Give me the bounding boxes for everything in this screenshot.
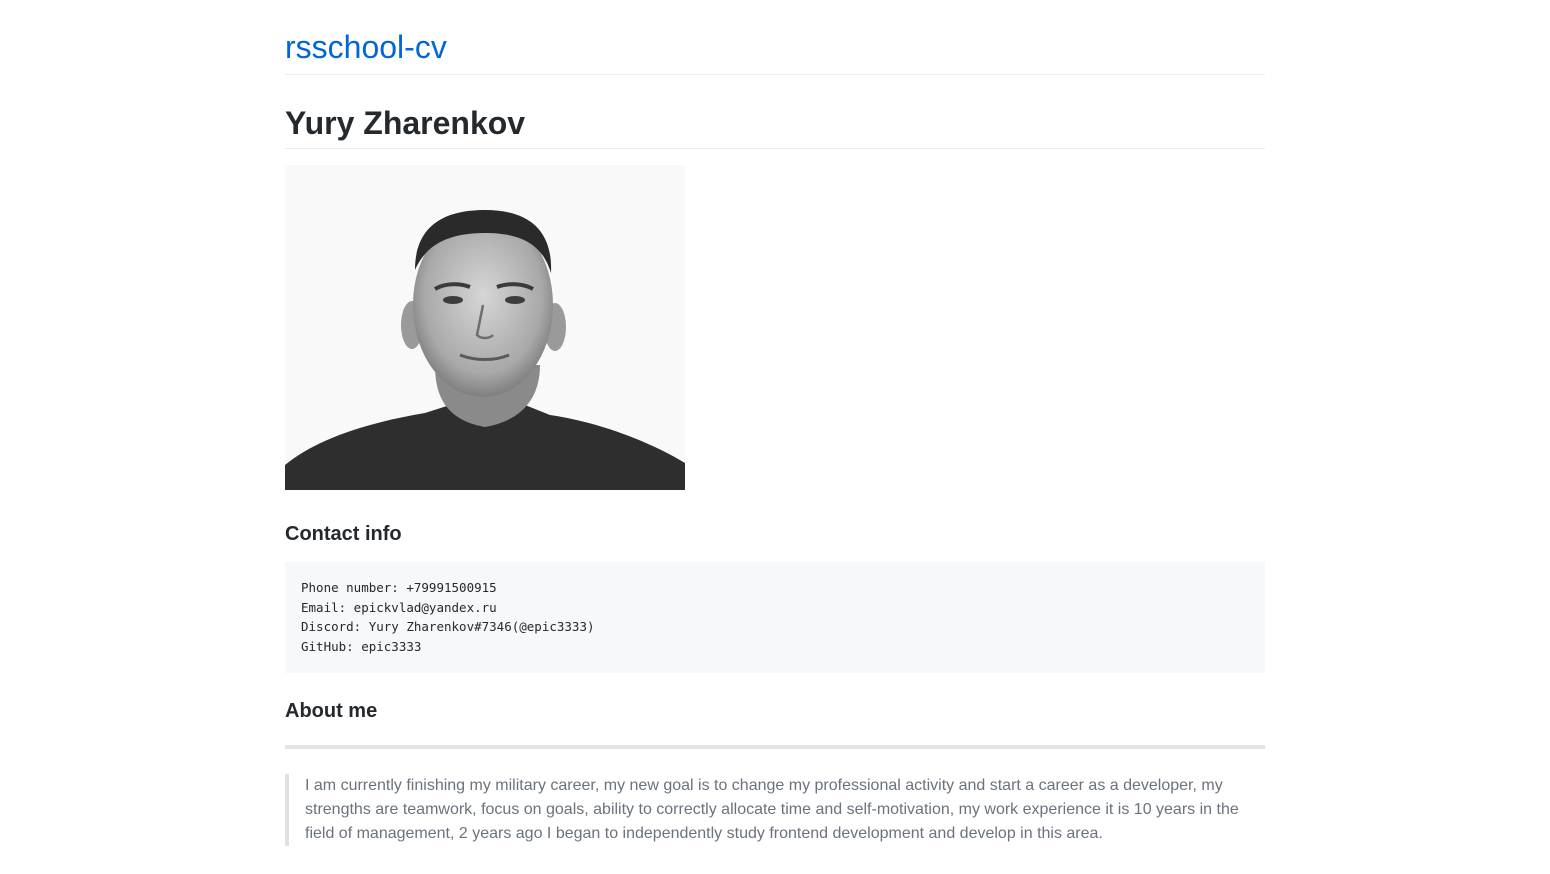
page-container: rsschool-cv Yury Zharenkov Contact info … (285, 0, 1265, 846)
phone-line: Phone number: +79991500915 (301, 580, 497, 595)
about-me-quote: I am currently finishing my military car… (285, 774, 1265, 846)
contact-code-block: Phone number: +79991500915 Email: epickv… (285, 562, 1265, 673)
site-title-link[interactable]: rsschool-cv (285, 27, 447, 67)
site-header: rsschool-cv (285, 0, 1265, 75)
page-title: Yury Zharenkov (285, 75, 1265, 149)
about-me-text: I am currently finishing my military car… (305, 777, 1239, 842)
github-line: GitHub: epic3333 (301, 639, 422, 655)
horizontal-rule (285, 745, 1265, 749)
discord-line: Discord: Yury Zharenkov#7346(@epic3333) (301, 619, 595, 635)
about-me-heading: About me (285, 700, 378, 722)
contact-info-heading: Contact info (285, 523, 402, 545)
profile-photo (285, 165, 685, 490)
email-line: Email: epickvlad@yandex.ru (301, 599, 497, 615)
